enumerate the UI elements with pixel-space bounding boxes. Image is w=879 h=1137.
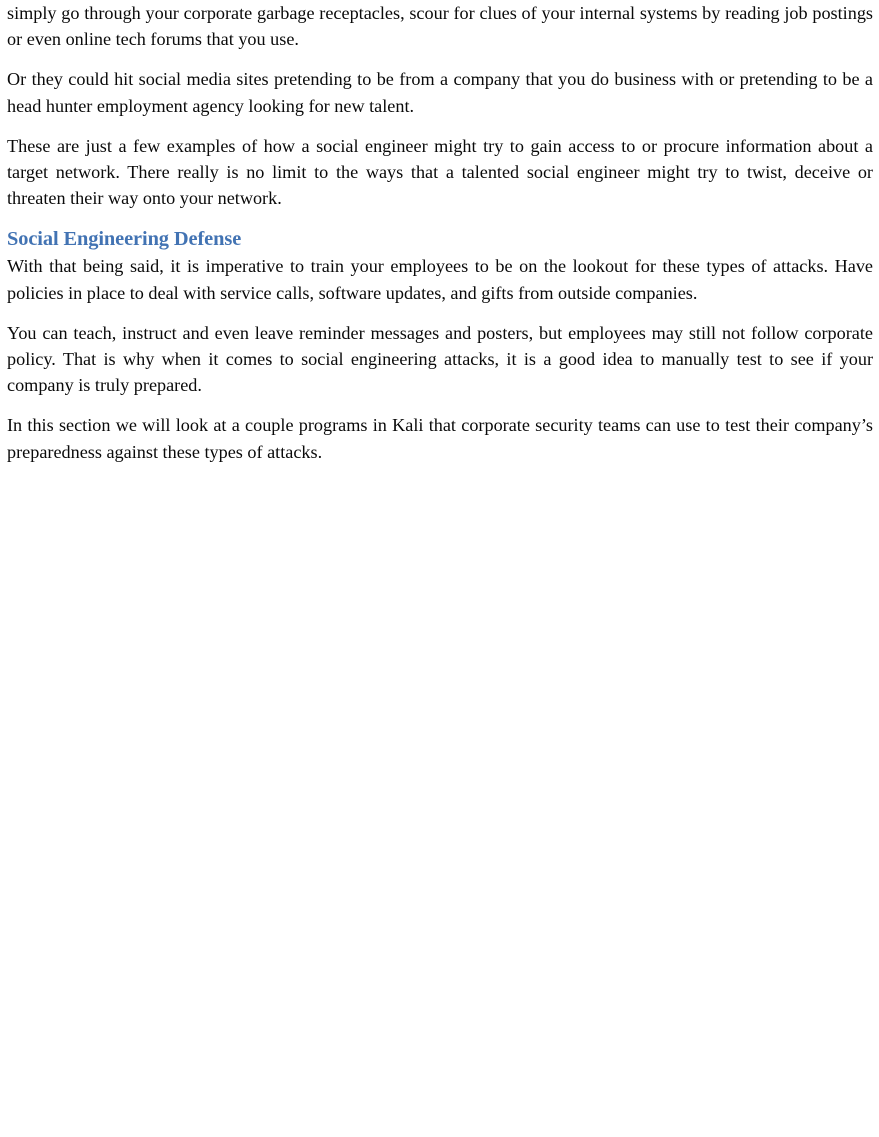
paragraph-examples-summary: These are just a few examples of how a s…	[7, 135, 873, 209]
paragraph-corporate-policy: You can teach, instruct and even leave r…	[7, 322, 873, 396]
document-page: simply go through your corporate garbage…	[0, 0, 879, 1137]
section-heading-block: Social Engineering Defense	[7, 226, 873, 252]
page-text-column: simply go through your corporate garbage…	[7, 0, 873, 465]
paragraph-section-preview: In this section we will look at a couple…	[7, 415, 873, 462]
paragraph-train-employees: With that being said, it is imperative t…	[7, 256, 873, 303]
paragraph-social-media-pretexting: Or they could hit social media sites pre…	[7, 69, 873, 116]
paragraph-continuation: simply go through your corporate garbage…	[7, 3, 873, 50]
section-heading-social-engineering-defense: Social Engineering Defense	[7, 228, 242, 251]
